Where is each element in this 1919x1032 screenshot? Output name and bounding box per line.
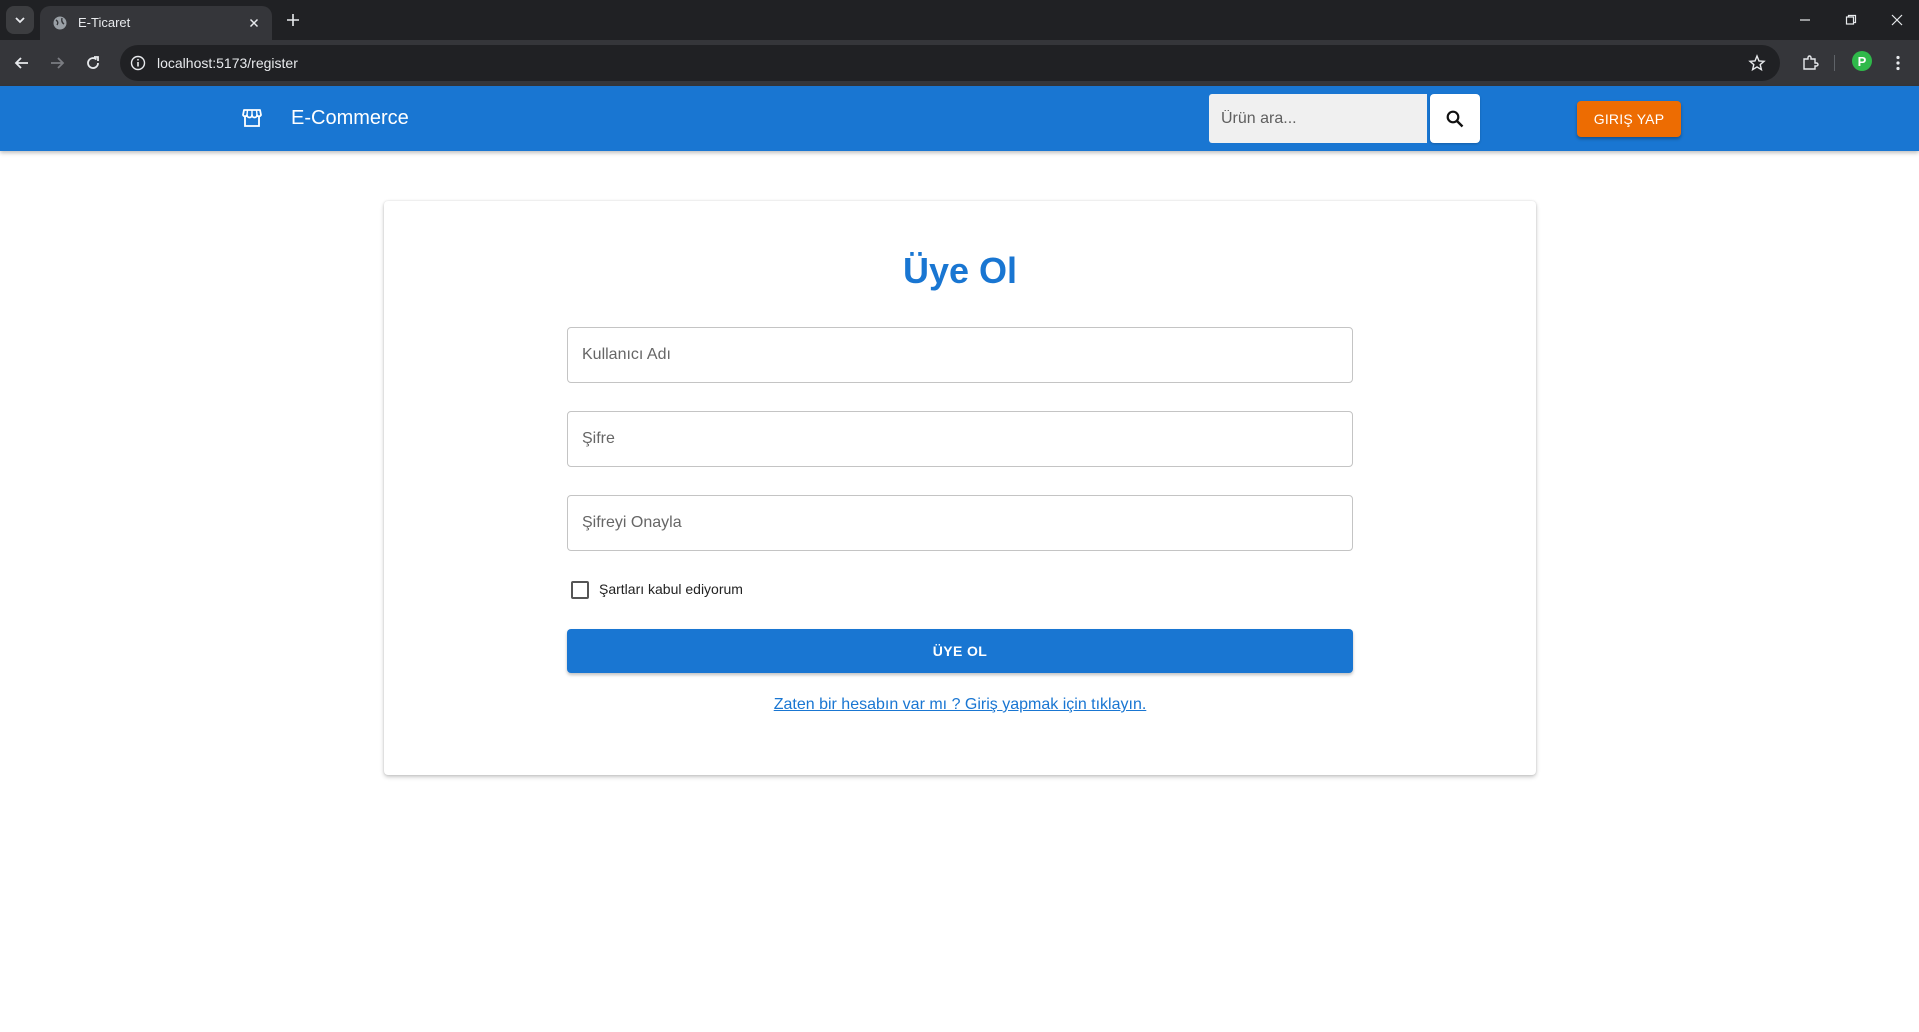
confirm-password-field[interactable] (567, 495, 1353, 551)
tab-title: E-Ticaret (78, 15, 131, 30)
site-info-icon[interactable] (130, 55, 146, 71)
search-button[interactable] (1430, 94, 1480, 143)
reload-icon[interactable] (81, 51, 105, 75)
bookmark-star-icon[interactable] (1748, 54, 1766, 72)
brand-title[interactable]: E-Commerce (291, 106, 409, 130)
login-button[interactable]: GIRIŞ YAP (1577, 101, 1681, 137)
close-tab-icon[interactable] (246, 15, 262, 31)
product-search-input[interactable] (1209, 94, 1427, 143)
toolbar-divider (1834, 55, 1835, 71)
terms-checkbox[interactable] (571, 581, 589, 599)
kebab-menu-icon[interactable] (1886, 51, 1910, 75)
login-redirect-link[interactable]: Zaten bir hesabın var mı ? Giriş yapmak … (384, 695, 1536, 715)
tab-list-chevron-icon[interactable] (6, 6, 34, 34)
address-url: localhost:5173/register (157, 55, 298, 71)
browser-tabbar: E-Ticaret (0, 0, 1919, 40)
back-arrow-icon[interactable] (10, 51, 34, 75)
restore-icon[interactable] (1839, 8, 1863, 32)
extensions-puzzle-icon[interactable] (1798, 51, 1822, 75)
browser-toolbar: localhost:5173/register P (0, 40, 1919, 86)
register-card: Üye Ol Şartları kabul ediyorum ÜYE OL Za… (384, 201, 1536, 775)
new-tab-plus-icon[interactable] (283, 10, 303, 30)
close-window-icon[interactable] (1885, 8, 1909, 32)
search-icon (1446, 110, 1464, 127)
browser-tab-active[interactable]: E-Ticaret (40, 6, 272, 40)
store-icon (240, 106, 264, 130)
app-header: E-Commerce GIRIŞ YAP (0, 86, 1919, 151)
password-field[interactable] (567, 411, 1353, 467)
profile-avatar[interactable]: P (1852, 51, 1872, 71)
forward-arrow-icon[interactable] (45, 51, 69, 75)
username-field[interactable] (567, 327, 1353, 383)
address-bar[interactable]: localhost:5173/register (120, 45, 1780, 81)
minimize-icon[interactable] (1793, 8, 1817, 32)
page-title: Üye Ol (902, 250, 1018, 291)
terms-label[interactable]: Şartları kabul ediyorum (599, 581, 743, 597)
globe-icon (52, 15, 68, 31)
register-submit-button[interactable]: ÜYE OL (567, 629, 1353, 673)
